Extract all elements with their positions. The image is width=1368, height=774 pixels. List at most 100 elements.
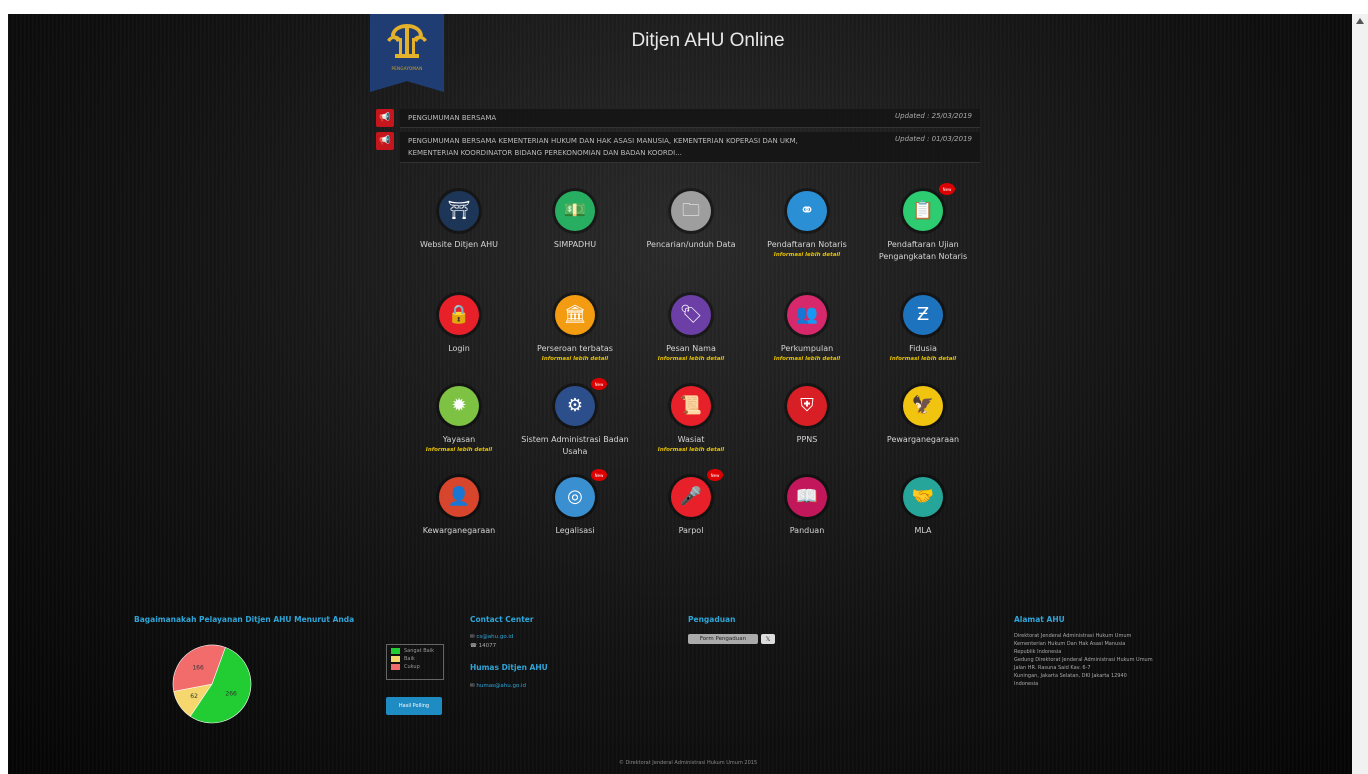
complaint-form-button[interactable]: Form Pengaduan [688,634,758,644]
service-icon-circle[interactable]: ✹ [439,386,479,426]
service-icon-circle[interactable]: ⛨ [787,386,827,426]
service-label[interactable]: Wasiat [632,434,750,446]
service-tile[interactable]: 🔒 Login [400,295,518,355]
more-info-link[interactable]: Informasi lebih detail [864,356,982,362]
service-icon-circle[interactable]: 📜 [671,386,711,426]
contact-email-link[interactable]: cs@ahu.go.id [476,634,513,640]
scrollbar[interactable] [1352,14,1368,774]
service-label[interactable]: MLA [864,525,982,537]
more-info-link[interactable]: Informasi lebih detail [516,356,634,362]
service-label[interactable]: Kewarganegaraan [400,525,518,537]
service-label[interactable]: Legalisasi [516,525,634,537]
service-label[interactable]: Sistem Administrasi Badan Usaha [516,434,634,458]
service-tile[interactable]: 🏷 Pesan Nama Informasi lebih detail [632,295,750,362]
service-icon-circle[interactable]: 🔒 [439,295,479,335]
network-icon: ⚭ [799,200,815,221]
more-info-link[interactable]: Informasi lebih detail [632,447,750,453]
service-tile[interactable]: ◎ New Legalisasi [516,469,634,537]
service-icon-circle[interactable]: 🗀 [671,191,711,231]
service-tile[interactable]: 📋 New Pendaftaran Ujian Pengangkatan Notar… [864,183,982,263]
service-tile[interactable]: ⚭ Pendaftaran Notaris Informasi lebih deta… [748,191,866,258]
announcement-text[interactable]: PENGUMUMAN BERSAMA KEMENTERIAN HUKUM DAN… [408,135,848,159]
pie-slice-label: 266 [225,691,237,698]
service-icon-circle[interactable]: 👤 [439,477,479,517]
service-tile[interactable]: 🤝 MLA [864,477,982,537]
service-icon-circle[interactable]: 🤝 [903,477,943,517]
service-icon-circle[interactable]: 💵 [555,191,595,231]
more-info-link[interactable]: Informasi lebih detail [632,356,750,362]
service-label[interactable]: Yayasan [400,434,518,446]
service-label[interactable]: Login [400,343,518,355]
service-label[interactable]: Website Ditjen AHU [400,239,518,251]
service-label[interactable]: PPNS [748,434,866,446]
legend-swatch [391,664,400,670]
humas-email-link[interactable]: humas@ahu.go.id [476,683,526,689]
service-icon-circle[interactable]: 📋 New [903,183,955,231]
service-tile[interactable]: 📜 Wasiat Informasi lebih detail [632,386,750,453]
pie-slice-label: 166 [192,665,204,672]
twitter-icon[interactable]: 𝕏 [761,634,775,644]
service-icon-circle[interactable]: ⚙ New [555,378,607,426]
service-icon-circle[interactable]: Ƶ [903,295,943,335]
service-tile[interactable]: 📖 Panduan [748,477,866,537]
announcement-text[interactable]: PENGUMUMAN BERSAMA [408,112,848,124]
announcement-item[interactable]: 📢 PENGUMUMAN BERSAMA Updated : 25/03/201… [376,109,980,128]
service-icon-circle[interactable]: ◎ New [555,469,607,517]
service-tile[interactable]: 🎤 New Parpol [632,469,750,537]
service-tile[interactable]: ⚙ New Sistem Administrasi Badan Usaha [516,378,634,458]
humas-email-row: ✉ humas@ahu.go.id [470,682,526,690]
service-label[interactable]: Panduan [748,525,866,537]
legend-item: Cukup [391,664,439,670]
service-label[interactable]: Pencarian/unduh Data [632,239,750,251]
announcement-box[interactable]: PENGUMUMAN BERSAMA KEMENTERIAN HUKUM DAN… [400,132,980,163]
service-tile[interactable]: ✹ Yayasan Informasi lebih detail [400,386,518,453]
fidusia-icon: Ƶ [916,304,930,325]
service-icon-circle[interactable]: ⚭ [787,191,827,231]
scroll-up-arrow-icon[interactable] [1356,18,1364,24]
service-tile[interactable]: ⛩ Website Ditjen AHU [400,191,518,251]
contact-phone-row: ☎ 14077 [470,642,496,650]
service-icon-circle[interactable]: 🏷 [671,295,711,335]
contact-phone: 14077 [478,643,497,649]
address-block: Direktorat Jenderal Administrasi Hukum U… [1014,632,1214,688]
service-label[interactable]: Perkumpulan [748,343,866,355]
service-tile[interactable]: 🏛 Perseroan terbatas Informasi lebih detai… [516,295,634,362]
announcement-box[interactable]: PENGUMUMAN BERSAMA Updated : 25/03/2019 [400,109,980,128]
shield-icon: ⛨ [800,395,814,416]
logo-banner[interactable]: PENGAYOMAN [370,14,444,92]
service-icon-circle[interactable]: 🎤 New [671,469,723,517]
money-icon: 💵 [563,200,587,221]
service-label[interactable]: Perseroan terbatas [516,343,634,355]
more-info-link[interactable]: Informasi lebih detail [748,356,866,362]
service-label[interactable]: Pendaftaran Notaris [748,239,866,251]
service-icon-circle[interactable]: 📖 [787,477,827,517]
legend-item: Sangat Baik [391,648,439,654]
more-info-link[interactable]: Informasi lebih detail [748,252,866,258]
document-icon: 📜 [679,395,703,416]
announcement-item[interactable]: 📢 PENGUMUMAN BERSAMA KEMENTERIAN HUKUM D… [376,132,980,163]
more-info-link[interactable]: Informasi lebih detail [400,447,518,453]
poll-results-button[interactable]: Hasil Polling [386,697,442,715]
site-title: Ditjen AHU Online [631,30,785,51]
contact-email-row: ✉ cs@ahu.go.id [470,633,513,641]
people-icon: 👥 [795,304,819,325]
service-tile[interactable]: ⛨ PPNS [748,386,866,446]
service-tile[interactable]: 🗀 Pencarian/unduh Data [632,191,750,251]
service-label[interactable]: Pesan Nama [632,343,750,355]
service-icon-circle[interactable]: 🏛 [555,295,595,335]
service-tile[interactable]: 👤 Kewarganegaraan [400,477,518,537]
service-icon-circle[interactable]: ⛩ [439,191,479,231]
service-label[interactable]: SIMPADHU [516,239,634,251]
service-label[interactable]: Parpol [632,525,750,537]
service-label[interactable]: Pewarganegaraan [864,434,982,446]
service-tile[interactable]: Ƶ Fidusia Informasi lebih detail [864,295,982,362]
service-tile[interactable]: 👥 Perkumpulan Informasi lebih detail [748,295,866,362]
survey-pie-chart: 266 62 166 [172,644,252,724]
service-label[interactable]: Pendaftaran Ujian Pengangkatan Notaris [864,239,982,263]
service-label[interactable]: Fidusia [864,343,982,355]
service-icon-circle[interactable]: 👥 [787,295,827,335]
service-tile[interactable]: 💵 SIMPADHU [516,191,634,251]
fingerprint-icon: ◎ [567,486,583,507]
service-tile[interactable]: 🦅 Pewarganegaraan [864,386,982,446]
service-icon-circle[interactable]: 🦅 [903,386,943,426]
